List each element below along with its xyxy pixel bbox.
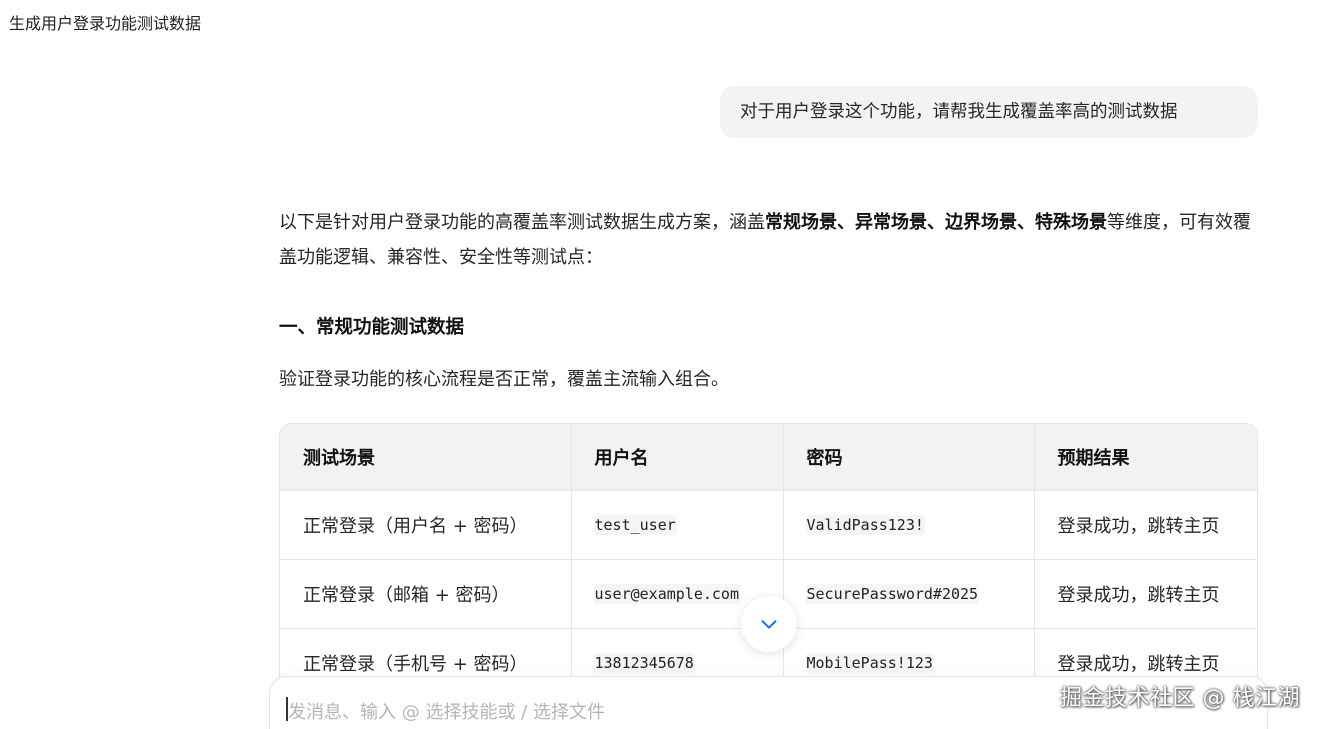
cell-expected: 登录成功，跳转主页 — [1034, 490, 1257, 560]
cell-password: ValidPass123! — [783, 490, 1035, 560]
code-password: MobilePass!123 — [805, 653, 934, 673]
user-message-text: 对于用户登录这个功能，请帮我生成覆盖率高的测试数据 — [740, 102, 1178, 122]
code-username: 13812345678 — [593, 653, 695, 673]
section-description: 验证登录功能的核心流程是否正常，覆盖主流输入组合。 — [279, 369, 729, 390]
cell-password: SecurePassword#2025 — [783, 559, 1035, 629]
table-row: 正常登录（用户名 + 密码） test_user ValidPass123! 登… — [280, 490, 1257, 560]
cell-username: test_user — [571, 490, 784, 560]
header-expected: 预期结果 — [1034, 424, 1257, 491]
code-password: ValidPass123! — [805, 515, 925, 535]
user-message-bubble: 对于用户登录这个功能，请帮我生成覆盖率高的测试数据 — [720, 86, 1258, 138]
header-scenario: 测试场景 — [280, 424, 572, 491]
chat-page: 生成用户登录功能测试数据 对于用户登录这个功能，请帮我生成覆盖率高的测试数据 以… — [0, 0, 1342, 729]
cell-scenario: 正常登录（邮箱 + 密码） — [280, 559, 572, 629]
intro-prefix: 以下是针对用户登录功能的高覆盖率测试数据生成方案，涵盖 — [279, 212, 765, 233]
scroll-to-bottom-button[interactable] — [741, 596, 797, 652]
cell-scenario: 正常登录（用户名 + 密码） — [280, 490, 572, 560]
chat-title: 生成用户登录功能测试数据 — [9, 14, 202, 33]
header-password: 密码 — [783, 424, 1035, 491]
section-heading: 一、常规功能测试数据 — [279, 317, 465, 338]
code-username: user@example.com — [593, 584, 740, 604]
code-password: SecurePassword#2025 — [805, 584, 980, 604]
watermark: 掘金技术社区 @ 栈江湖 — [1060, 686, 1300, 711]
chevron-down-icon — [761, 620, 777, 629]
intro-bold: 常规场景、异常场景、边界场景、特殊场景 — [765, 212, 1107, 233]
assistant-answer: 以下是针对用户登录功能的高覆盖率测试数据生成方案，涵盖常规场景、异常场景、边界场… — [279, 205, 1259, 390]
code-username: test_user — [593, 515, 677, 535]
answer-intro: 以下是针对用户登录功能的高覆盖率测试数据生成方案，涵盖常规场景、异常场景、边界场… — [279, 205, 1259, 275]
message-input[interactable]: 发消息、输入 @ 选择技能或 / 选择文件 — [288, 698, 605, 724]
header-username: 用户名 — [571, 424, 784, 491]
table-header-row: 测试场景 用户名 密码 预期结果 — [280, 424, 1257, 491]
cell-expected: 登录成功，跳转主页 — [1034, 559, 1257, 629]
